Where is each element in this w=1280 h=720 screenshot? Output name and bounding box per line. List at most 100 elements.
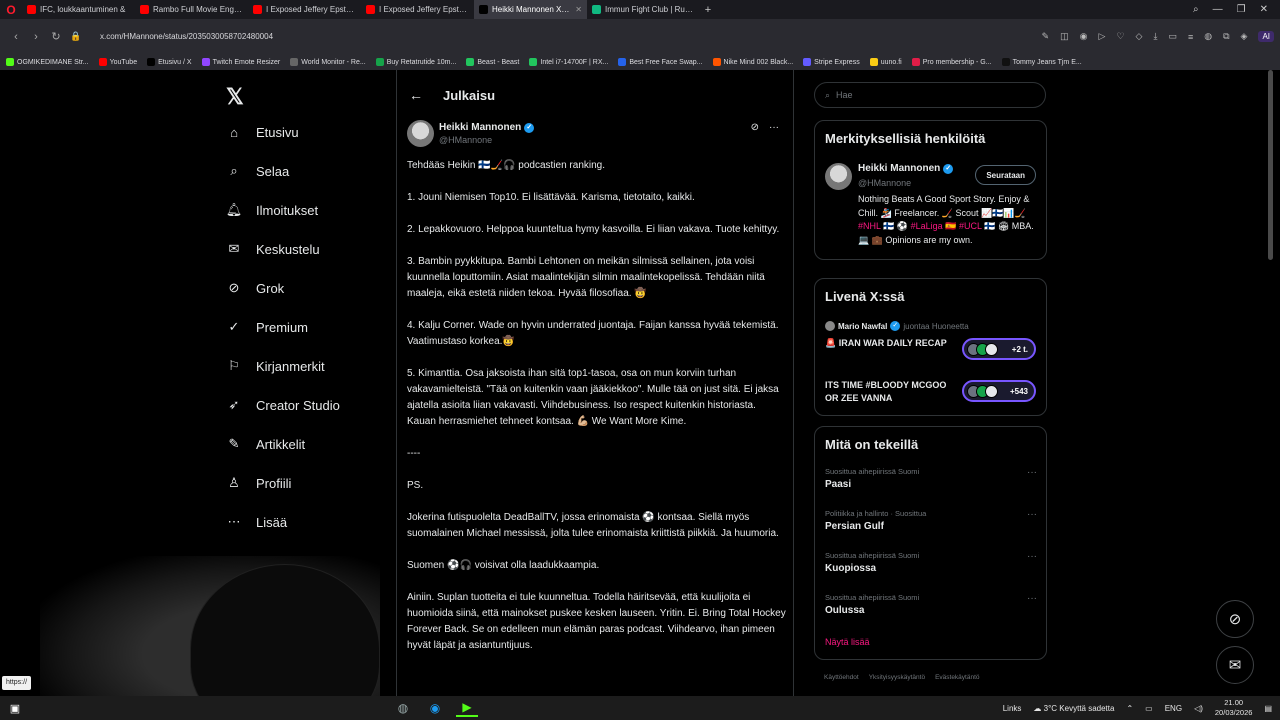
- kick-icon[interactable]: ▶: [456, 699, 478, 717]
- network-icon[interactable]: ▭: [1145, 704, 1153, 713]
- edit-icon[interactable]: ✎: [1042, 31, 1050, 42]
- shield-icon[interactable]: ◉: [1080, 31, 1088, 42]
- clock[interactable]: 21.00 20/03/2026: [1215, 698, 1253, 718]
- bookmark-item[interactable]: OGMIKEDIMANE Str...: [6, 58, 89, 66]
- sidebar-item-kirjanmerkit[interactable]: ⚐ Kirjanmerkit: [226, 358, 324, 374]
- sidebar-item-creator-studio[interactable]: ➶ Creator Studio: [226, 397, 340, 413]
- avatar[interactable]: [407, 120, 434, 147]
- live-space-badge[interactable]: +543: [962, 380, 1036, 402]
- language-indicator[interactable]: ENG: [1165, 704, 1182, 713]
- search-icon[interactable]: ⌕: [1193, 4, 1199, 15]
- scrollbar-thumb[interactable]: [1268, 70, 1273, 260]
- sidebar-item-etusivu[interactable]: ⌂ Etusivu: [226, 124, 299, 140]
- extension-icon[interactable]: ⧉: [1223, 31, 1229, 42]
- back-button[interactable]: ‹: [6, 31, 26, 43]
- author-handle[interactable]: @HMannone: [439, 135, 492, 145]
- trend-item[interactable]: Suosittua aihepiirissä Suomi Paasi ···: [825, 467, 1037, 490]
- sidebar-item-lisää[interactable]: ⋯ Lisää: [226, 514, 288, 530]
- scrollbar[interactable]: [1266, 70, 1276, 696]
- bio-hashtag[interactable]: #LaLiga: [911, 221, 943, 231]
- profile-icon[interactable]: ◍: [1204, 31, 1212, 42]
- messages-fab-button[interactable]: ✉: [1216, 646, 1254, 684]
- bookmark-item[interactable]: Pro membership - G...: [911, 58, 992, 66]
- app-icon[interactable]: ◍: [392, 699, 414, 717]
- sidebar-item-grok[interactable]: ⊘ Grok: [226, 280, 285, 296]
- more-options-icon[interactable]: ···: [1027, 593, 1037, 604]
- sidebar-item-selaa[interactable]: ⌕ Selaa: [226, 163, 289, 179]
- author-name[interactable]: Heikki Mannonen ✓: [439, 122, 535, 133]
- more-options-icon[interactable]: ···: [1027, 467, 1037, 478]
- reload-button[interactable]: ↻: [46, 30, 66, 43]
- live-space-badge[interactable]: +2 t.: [962, 338, 1036, 360]
- forward-button[interactable]: ›: [26, 31, 46, 43]
- grok-icon[interactable]: ⊘: [751, 122, 759, 133]
- menu-icon[interactable]: ≡: [1188, 32, 1193, 42]
- bookmark-item[interactable]: uuno.fi: [869, 58, 902, 66]
- bookmark-item[interactable]: Best Free Face Swap...: [618, 58, 703, 66]
- trend-item[interactable]: Politiikka ja hallinto · Suosittua Persia…: [825, 509, 1037, 532]
- who-name[interactable]: Heikki Mannonen ✓: [858, 163, 954, 174]
- live-space-title[interactable]: ITS TIME #BLOODY MCGOO OR ZEE VANNA: [825, 379, 955, 405]
- browser-tab[interactable]: Rambo Full Movie English: [135, 0, 248, 19]
- live-host-row[interactable]: Mario Nawfal ✓ juontaa Huoneetta: [825, 321, 969, 331]
- more-options-icon[interactable]: ···: [1027, 551, 1037, 562]
- bookmark-item[interactable]: Nike Mind 002 Black...: [712, 58, 793, 66]
- ai-button[interactable]: AI: [1258, 31, 1274, 42]
- following-button[interactable]: Seurataan: [975, 165, 1036, 185]
- footer-link[interactable]: Käyttöehdot: [824, 674, 859, 681]
- tab-close-icon[interactable]: ✕: [575, 5, 582, 14]
- edge-icon[interactable]: ◉: [424, 699, 446, 717]
- footer-link[interactable]: Yksityisyyskäytäntö: [869, 674, 925, 681]
- links-label[interactable]: Links: [1003, 704, 1022, 713]
- bookmark-item[interactable]: Stripe Express: [803, 58, 860, 66]
- play-icon[interactable]: ▷: [1099, 31, 1106, 42]
- bio-hashtag[interactable]: #UCL: [959, 221, 982, 231]
- close-window-button[interactable]: ✕: [1260, 4, 1268, 15]
- browser-tab[interactable]: I Exposed Jeffery Epstein's: [248, 0, 361, 19]
- avatar[interactable]: [825, 163, 852, 190]
- heart-icon[interactable]: ♡: [1116, 31, 1124, 42]
- chevron-up-icon[interactable]: ⌃: [1126, 704, 1133, 713]
- bookmark-item[interactable]: Twitch Emote Resizer: [201, 58, 280, 66]
- bookmark-item[interactable]: Beast - Beast: [466, 58, 519, 66]
- more-options-icon[interactable]: ···: [1027, 509, 1037, 520]
- bookmark-item[interactable]: YouTube: [98, 58, 137, 66]
- opera-logo-icon[interactable]: O: [0, 0, 22, 19]
- bookmark-item[interactable]: Etusivu / X: [147, 58, 192, 66]
- maximize-button[interactable]: ❐: [1237, 4, 1246, 15]
- x-logo-icon[interactable]: 𝕏: [226, 84, 244, 110]
- bookmark-item[interactable]: Buy Retatrutide 10m...: [375, 58, 456, 66]
- trend-item[interactable]: Suosittua aihepiirissä Suomi Kuopiossa ···: [825, 551, 1037, 574]
- sidebar-item-profiili[interactable]: ♙ Profiili: [226, 475, 291, 491]
- grok-fab-button[interactable]: ⊘: [1216, 600, 1254, 638]
- more-options-icon[interactable]: ···: [769, 122, 779, 133]
- back-arrow-icon[interactable]: ←: [409, 87, 423, 103]
- url-field[interactable]: x.com/HMannone/status/203503005870248000…: [100, 32, 273, 41]
- sidebar-item-premium[interactable]: ✓ Premium: [226, 319, 308, 335]
- bookmark-item[interactable]: Intel i7-14700F | RX...: [529, 58, 608, 66]
- bookmark-item[interactable]: Tommy Jeans Tjm E...: [1001, 58, 1082, 66]
- live-space-title[interactable]: 🚨 IRAN WAR DAILY RECAP: [825, 337, 955, 350]
- footer-link[interactable]: Evästekäytäntö: [935, 674, 979, 681]
- wallet-icon[interactable]: ▭: [1168, 31, 1177, 42]
- camera-icon[interactable]: ◫: [1060, 31, 1069, 42]
- box-icon[interactable]: ◈: [1241, 31, 1248, 42]
- notification-icon[interactable]: ▤: [1264, 704, 1272, 713]
- browser-tab[interactable]: IFC, loukkaantuminen &: [22, 0, 135, 19]
- speaker-icon[interactable]: ◁): [1194, 704, 1203, 713]
- show-more-link[interactable]: Näytä lisää: [825, 637, 870, 647]
- who-handle[interactable]: @HMannone: [858, 178, 911, 188]
- sidebar-item-keskustelu[interactable]: ✉ Keskustelu: [226, 241, 320, 257]
- sidebar-item-artikkelit[interactable]: ✎ Artikkelit: [226, 436, 306, 452]
- new-tab-button[interactable]: +: [700, 4, 716, 16]
- start-button[interactable]: ▣: [0, 696, 30, 720]
- browser-tab[interactable]: Heikki Mannonen X:ssä: "✕: [474, 0, 587, 19]
- bio-hashtag[interactable]: #NHL: [858, 221, 881, 231]
- trend-item[interactable]: Suosittua aihepiirissä Suomi Oulussa ···: [825, 593, 1037, 616]
- browser-tab[interactable]: Immun Fight Club | Ruutu: [587, 0, 700, 19]
- search-input[interactable]: ⌕ Hae: [814, 82, 1046, 108]
- browser-tab[interactable]: I Exposed Jeffery Epstein's: [361, 0, 474, 19]
- sidebar-item-ilmoitukset[interactable]: 🔔︎ Ilmoitukset: [226, 202, 318, 218]
- minimize-button[interactable]: —: [1213, 4, 1223, 15]
- bookmark-item[interactable]: World Monitor - Re...: [290, 58, 366, 66]
